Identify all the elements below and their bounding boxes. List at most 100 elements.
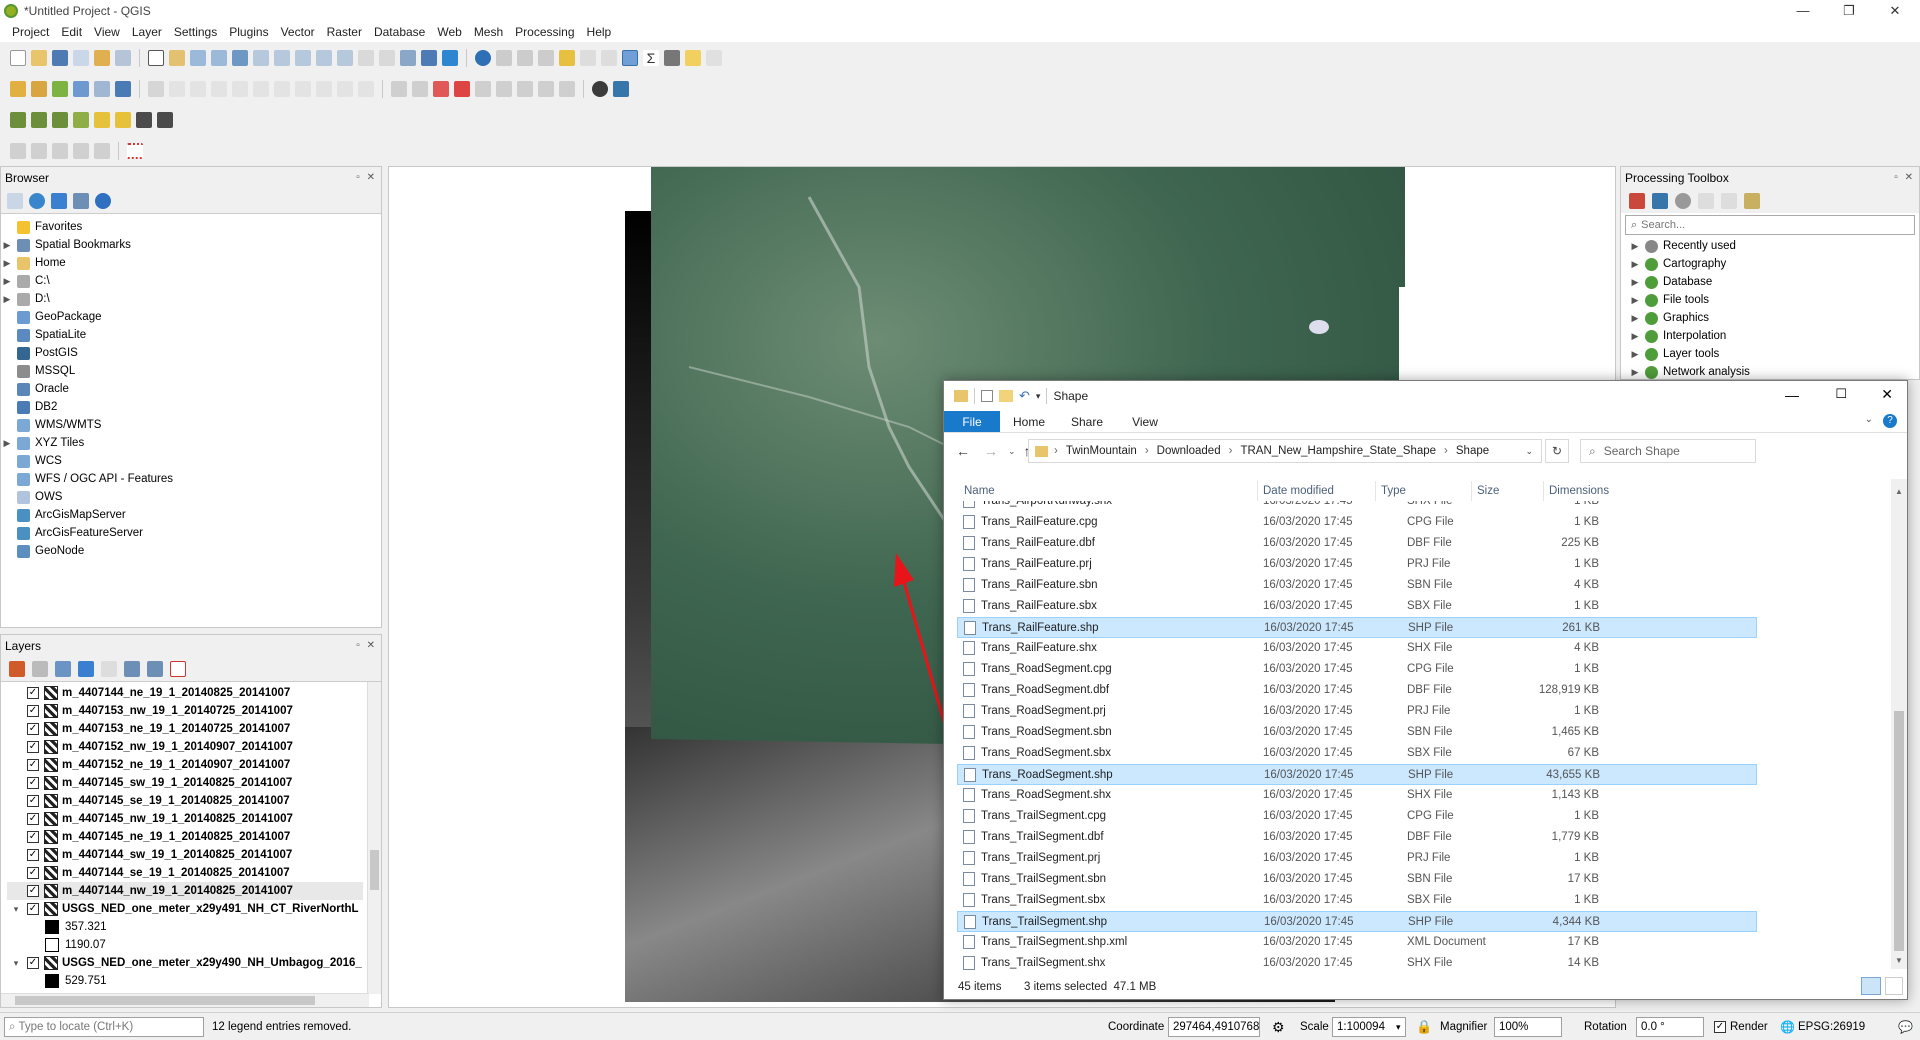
stretch-icon[interactable] [73, 112, 89, 128]
add-ellipse-icon[interactable] [31, 143, 47, 159]
new-shapefile-icon[interactable] [52, 81, 68, 97]
toolbox-search-field[interactable]: ⌕ Search... [1625, 215, 1915, 235]
menu-vector[interactable]: Vector [275, 25, 321, 39]
run-feature-action-icon[interactable] [496, 50, 512, 66]
coordinate-field[interactable]: 297464,4910768 [1168, 1017, 1260, 1037]
rotate-label-icon[interactable] [496, 81, 512, 97]
toolbox-group[interactable]: ▶ Recently used [1629, 237, 1919, 255]
snapping-icon[interactable] [127, 143, 143, 159]
new-map-view-icon[interactable] [358, 50, 374, 66]
toggle-extents-icon[interactable]: ⚙ [1272, 1018, 1285, 1036]
layers-horizontal-scrollbar[interactable] [1, 993, 369, 1007]
layout-manager-icon[interactable] [94, 50, 110, 66]
cut-icon[interactable] [274, 81, 290, 97]
layer-visibility-checkbox[interactable]: ✓ [27, 849, 39, 861]
expand-all-icon[interactable] [124, 661, 140, 677]
expand-arrow-icon[interactable]: ▶ [1, 254, 13, 272]
browser-item[interactable]: PostGIS [1, 344, 381, 362]
gps-icon[interactable] [592, 81, 608, 97]
refresh-icon[interactable] [29, 193, 45, 209]
recent-locations-icon[interactable]: ⌄ [1008, 446, 1016, 457]
col-size[interactable]: Size [1477, 481, 1499, 501]
scale-dropdown-icon[interactable]: ▾ [1396, 1018, 1401, 1036]
legend-entry[interactable]: 529.751 [7, 972, 363, 990]
explorer-close-button[interactable]: ✕ [1881, 386, 1893, 403]
menu-raster[interactable]: Raster [321, 25, 368, 39]
layer-visibility-checkbox[interactable]: ✓ [27, 903, 39, 915]
expand-arrow-icon[interactable]: ▶ [1629, 363, 1641, 381]
filter-legend-icon[interactable] [78, 661, 94, 677]
file-row[interactable]: Trans_TrailSegment.cpg 16/03/2020 17:45 CP… [957, 806, 1757, 827]
crs-icon[interactable]: 🌐 [1780, 1018, 1795, 1036]
explorer-maximize-button[interactable]: ☐ [1835, 386, 1847, 402]
save-edits-icon[interactable] [190, 81, 206, 97]
zoom-next-icon[interactable] [337, 50, 353, 66]
file-row[interactable]: Trans_TrailSegment.shp 16/03/2020 17:45 SH… [957, 911, 1757, 932]
layer-row[interactable]: ✓ m_4407144_sw_19_1_20140825_20141007 [7, 846, 363, 864]
layer-visibility-checkbox[interactable]: ✓ [27, 885, 39, 897]
expand-arrow-icon[interactable]: ▾ [7, 900, 25, 918]
file-row[interactable]: Trans_TrailSegment.dbf 16/03/2020 17:45 DB… [957, 827, 1757, 848]
measure-icon[interactable] [664, 50, 680, 66]
zoom-selection-icon[interactable] [253, 50, 269, 66]
toolbox-group[interactable]: ▶ Graphics [1629, 309, 1919, 327]
browser-item[interactable]: WFS / OGC API - Features [1, 470, 381, 488]
add-layers-icon[interactable] [7, 193, 23, 209]
full-histogram-icon[interactable] [52, 112, 68, 128]
forward-arrow-icon[interactable]: → [984, 443, 998, 459]
magnifier-field[interactable]: 100% [1494, 1017, 1562, 1037]
add-rectangle-icon[interactable] [52, 143, 68, 159]
map-tips-icon[interactable] [685, 50, 701, 66]
add-group-icon[interactable] [32, 661, 48, 677]
minimize-button[interactable]: — [1780, 0, 1826, 22]
redo-icon[interactable] [358, 81, 374, 97]
layer-visibility-checkbox[interactable]: ✓ [27, 777, 39, 789]
layer-row[interactable]: ✓ m_4407145_nw_19_1_20140825_20141007 [7, 810, 363, 828]
ribbon-tab-file[interactable]: File [944, 411, 1000, 432]
deselect-icon[interactable] [559, 50, 575, 66]
file-row[interactable]: Trans_RailFeature.dbf 16/03/2020 17:45 DBF… [957, 533, 1757, 554]
text-annotation-icon[interactable] [706, 50, 722, 66]
expand-arrow-icon[interactable]: ▶ [1, 236, 13, 254]
layer-row[interactable]: ▾ ✓ USGS_NED_one_meter_x29y490_NH_Umbagog_… [7, 954, 363, 972]
browser-item[interactable]: ▶ D:\ [1, 290, 381, 308]
history-icon[interactable] [1675, 193, 1691, 209]
panel-float-close-buttons[interactable]: ▫ ✕ [356, 635, 377, 657]
details-view-icon[interactable] [1861, 977, 1881, 995]
file-row[interactable]: Trans_RoadSegment.shp 16/03/2020 17:45 SHP… [957, 764, 1757, 785]
file-row[interactable]: Trans_RailFeature.sbx 16/03/2020 17:45 SBX… [957, 596, 1757, 617]
label-props-icon[interactable] [559, 81, 575, 97]
browser-item[interactable]: ▶ XYZ Tiles [1, 434, 381, 452]
legend-entry[interactable]: 357.321 [7, 918, 363, 936]
file-row[interactable]: Trans_RoadSegment.shx 16/03/2020 17:45 SHX… [957, 785, 1757, 806]
col-name[interactable]: Name [964, 481, 995, 501]
layer-row[interactable]: ✓ m_4407144_nw_19_1_20140825_20141007 [7, 882, 363, 900]
show-hide-labels-icon[interactable] [454, 81, 470, 97]
layer-visibility-checkbox[interactable]: ✓ [27, 831, 39, 843]
browser-item[interactable]: ArcGisMapServer [1, 506, 381, 524]
increase-brightness-icon[interactable] [94, 112, 110, 128]
new-spatialite-icon[interactable] [73, 81, 89, 97]
col-date-modified[interactable]: Date modified [1263, 481, 1334, 501]
options-icon[interactable] [1744, 193, 1760, 209]
expand-arrow-icon[interactable]: ▶ [1629, 345, 1641, 363]
file-row[interactable]: Trans_TrailSegment.sbn 16/03/2020 17:45 SB… [957, 869, 1757, 890]
pan-to-selection-icon[interactable] [169, 50, 185, 66]
zoom-in-icon[interactable] [190, 50, 206, 66]
results-viewer-icon[interactable] [1698, 193, 1714, 209]
scripts-icon[interactable] [1652, 193, 1668, 209]
explorer-search-field[interactable]: ⌕ Search Shape [1580, 439, 1756, 463]
menu-layer[interactable]: Layer [126, 25, 168, 39]
layer-row[interactable]: ▾ ✓ USGS_NED_one_meter_x29y491_NH_CT_River… [7, 900, 363, 918]
layers-vertical-scrollbar[interactable] [367, 682, 381, 994]
expand-arrow-icon[interactable]: ▶ [1, 290, 13, 308]
open-project-icon[interactable] [31, 50, 47, 66]
rotation-field[interactable]: 0.0 ° [1636, 1017, 1704, 1037]
layer-visibility-checkbox[interactable]: ✓ [27, 867, 39, 879]
select-features-icon[interactable] [517, 50, 533, 66]
layer-visibility-checkbox[interactable]: ✓ [27, 723, 39, 735]
properties-icon[interactable] [981, 390, 993, 402]
close-button[interactable]: ✕ [1872, 0, 1918, 22]
browser-item[interactable]: WCS [1, 452, 381, 470]
browser-item[interactable]: ▶ Home [1, 254, 381, 272]
